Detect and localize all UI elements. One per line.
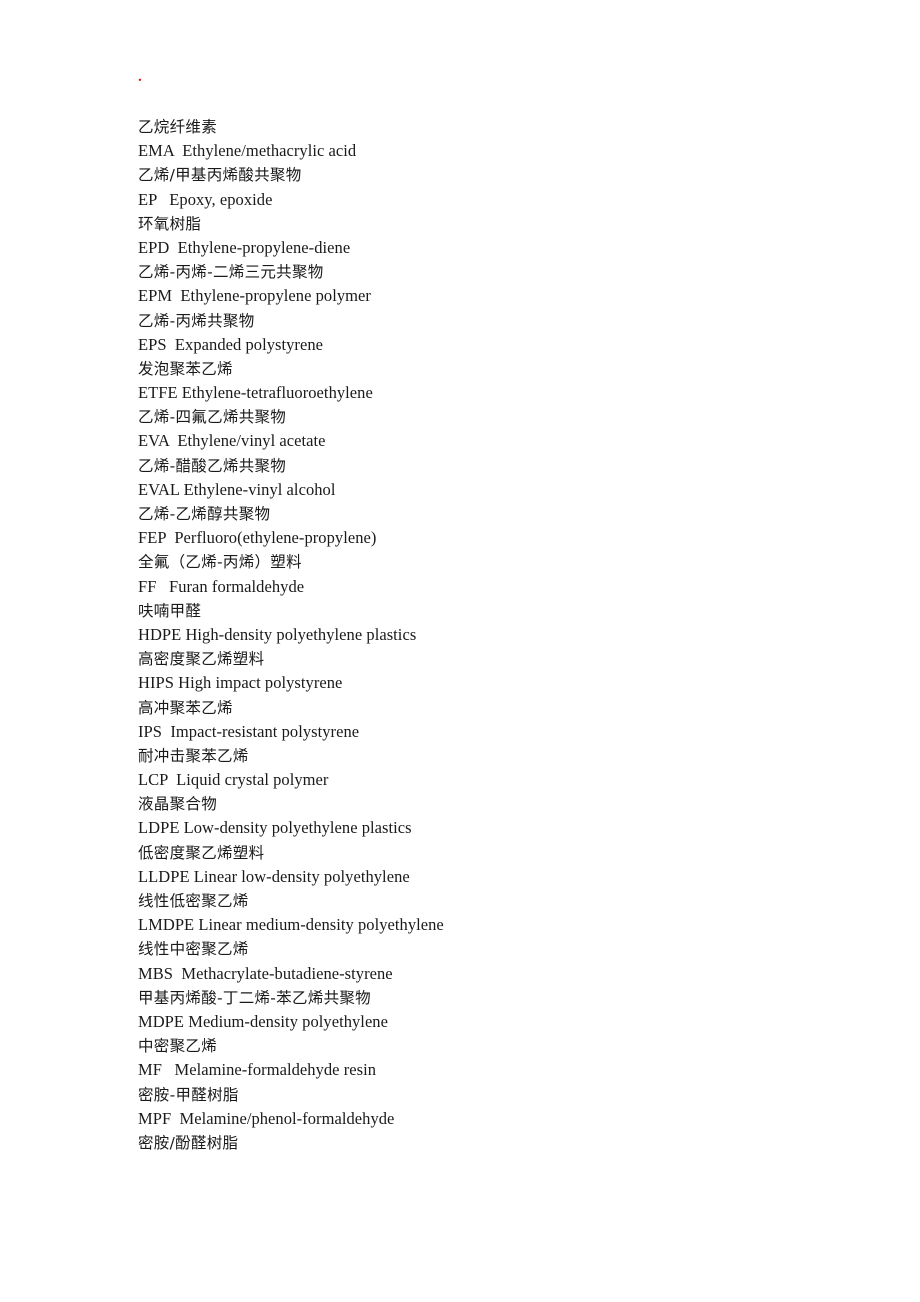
glossary-line-zh: 环氧树脂 — [138, 214, 202, 233]
glossary-line-zh: 耐冲击聚苯乙烯 — [138, 746, 249, 765]
glossary-line-en: HIPS High impact polystyrene — [138, 673, 343, 693]
glossary-entry: EPS Expanded polystyrene 发泡聚苯乙烯 — [138, 333, 838, 381]
glossary-entry: EVA Ethylene/vinyl acetate 乙烯-醋酸乙烯共聚物 — [138, 429, 838, 477]
glossary-line-zh: 呋喃甲醛 — [138, 601, 202, 620]
glossary-entry: EPD Ethylene-propylene-diene 乙烯-丙烯-二烯三元共… — [138, 236, 838, 284]
glossary-line-zh: 线性低密聚乙烯 — [138, 892, 249, 910]
red-period-marker: . — [138, 69, 142, 85]
glossary-line-en: EVAL Ethylene-vinyl alcohol — [138, 479, 336, 499]
glossary-entry: LLDPE Linear low-density polyethylene 线性… — [138, 865, 838, 913]
glossary-line-en: EPM Ethylene-propylene polymer — [138, 286, 371, 306]
glossary-line-en: MPF Melamine/phenol-formaldehyde — [138, 1108, 395, 1128]
top-marker-line: . — [138, 64, 838, 90]
glossary-line-en: MF Melamine-formaldehyde resin — [138, 1060, 377, 1080]
glossary-line-en: IPS Impact-resistant polystyrene — [138, 721, 360, 741]
glossary-line-zh: 低密度聚乙烯塑料 — [138, 843, 265, 862]
glossary-line-zh: 甲基丙烯酸-丁二烯-苯乙烯共聚物 — [138, 988, 371, 1007]
glossary-entry: HDPE High-density polyethylene plastics … — [138, 623, 838, 671]
glossary-line-en: LCP Liquid crystal polymer — [138, 770, 329, 790]
glossary-entry: EPM Ethylene-propylene polymer 乙烯-丙烯共聚物 — [138, 284, 838, 332]
glossary-entry: EMA Ethylene/methacrylic acid 乙烯/甲基丙烯酸共聚… — [138, 139, 838, 187]
glossary-line-zh: 乙烯-丙烯共聚物 — [138, 311, 255, 330]
glossary-line-en: LLDPE Linear low-density polyethylene — [138, 866, 410, 886]
glossary-entry: HIPS High impact polystyrene 高冲聚苯乙烯 — [138, 671, 838, 719]
glossary-line-en: FEP Perfluoro(ethylene-propylene) — [138, 528, 377, 548]
glossary-entry: MPF Melamine/phenol-formaldehyde 密胺/酚醛树脂 — [138, 1107, 838, 1155]
glossary-line-zh: 发泡聚苯乙烯 — [138, 359, 233, 378]
glossary-list: 乙烷纤维素 EMA Ethylene/methacrylic acid 乙烯/甲… — [138, 115, 838, 1155]
glossary-line-zh: 液晶聚合物 — [138, 795, 218, 814]
glossary-line-zh: 乙烯-丙烯-二烯三元共聚物 — [138, 263, 324, 282]
glossary-line-en: LDPE Low-density polyethylene plastics — [138, 818, 412, 838]
glossary-entry: MBS Methacrylate-butadiene-styrene 甲基丙烯酸… — [138, 962, 838, 1010]
glossary-line-en: EP Epoxy, epoxide — [138, 189, 273, 209]
glossary-entry-orphan: 乙烷纤维素 — [138, 115, 838, 139]
top-spacer — [138, 90, 838, 115]
glossary-entry: LMDPE Linear medium-density polyethylene… — [138, 913, 838, 961]
glossary-line-zh: 乙烯-乙烯醇共聚物 — [138, 505, 271, 523]
glossary-entry: FEP Perfluoro(ethylene-propylene) 全氟（乙烯-… — [138, 526, 838, 574]
document-text-body: . 乙烷纤维素 EMA Ethylene/methacrylic acid 乙烯… — [138, 64, 838, 1155]
glossary-entry: EP Epoxy, epoxide 环氧树脂 — [138, 188, 838, 236]
glossary-line-zh: 高冲聚苯乙烯 — [138, 698, 233, 717]
glossary-line-zh: 乙烷纤维素 — [138, 118, 218, 136]
glossary-line-zh: 乙烯/甲基丙烯酸共聚物 — [138, 166, 302, 185]
glossary-entry: LDPE Low-density polyethylene plastics 低… — [138, 816, 838, 864]
glossary-line-en: ETFE Ethylene-tetrafluoroethylene — [138, 383, 373, 403]
glossary-line-zh: 线性中密聚乙烯 — [138, 940, 249, 959]
glossary-line-en: HDPE High-density polyethylene plastics — [138, 624, 417, 644]
glossary-line-en: EPS Expanded polystyrene — [138, 334, 324, 354]
glossary-line-en: LMDPE Linear medium-density polyethylene — [138, 915, 444, 935]
document-page: . 乙烷纤维素 EMA Ethylene/methacrylic acid 乙烯… — [0, 0, 920, 1302]
glossary-entry: FF Furan formaldehyde 呋喃甲醛 — [138, 575, 838, 623]
glossary-entry: ETFE Ethylene-tetrafluoroethylene 乙烯-四氟乙… — [138, 381, 838, 429]
glossary-line-zh: 密胺/酚醛树脂 — [138, 1133, 239, 1152]
glossary-entry: MDPE Medium-density polyethylene 中密聚乙烯 — [138, 1010, 838, 1058]
glossary-line-en: EPD Ethylene-propylene-diene — [138, 237, 351, 257]
glossary-line-en: MDPE Medium-density polyethylene — [138, 1011, 388, 1031]
glossary-line-en: FF Furan formaldehyde — [138, 576, 305, 596]
glossary-entry: MF Melamine-formaldehyde resin 密胺-甲醛树脂 — [138, 1058, 838, 1106]
glossary-entry: IPS Impact-resistant polystyrene 耐冲击聚苯乙烯 — [138, 720, 838, 768]
glossary-line-zh: 全氟（乙烯-丙烯）塑料 — [138, 553, 302, 572]
glossary-line-en: EMA Ethylene/methacrylic acid — [138, 141, 357, 161]
glossary-entry: LCP Liquid crystal polymer 液晶聚合物 — [138, 768, 838, 816]
glossary-line-zh: 中密聚乙烯 — [138, 1037, 218, 1056]
glossary-line-en: MBS Methacrylate-butadiene-styrene — [138, 963, 393, 983]
glossary-entry: EVAL Ethylene-vinyl alcohol 乙烯-乙烯醇共聚物 — [138, 478, 838, 526]
glossary-line-en: EVA Ethylene/vinyl acetate — [138, 431, 326, 451]
glossary-line-zh: 高密度聚乙烯塑料 — [138, 650, 265, 669]
glossary-line-zh: 密胺-甲醛树脂 — [138, 1085, 239, 1104]
glossary-line-zh: 乙烯-醋酸乙烯共聚物 — [138, 456, 287, 475]
glossary-line-zh: 乙烯-四氟乙烯共聚物 — [138, 408, 287, 427]
